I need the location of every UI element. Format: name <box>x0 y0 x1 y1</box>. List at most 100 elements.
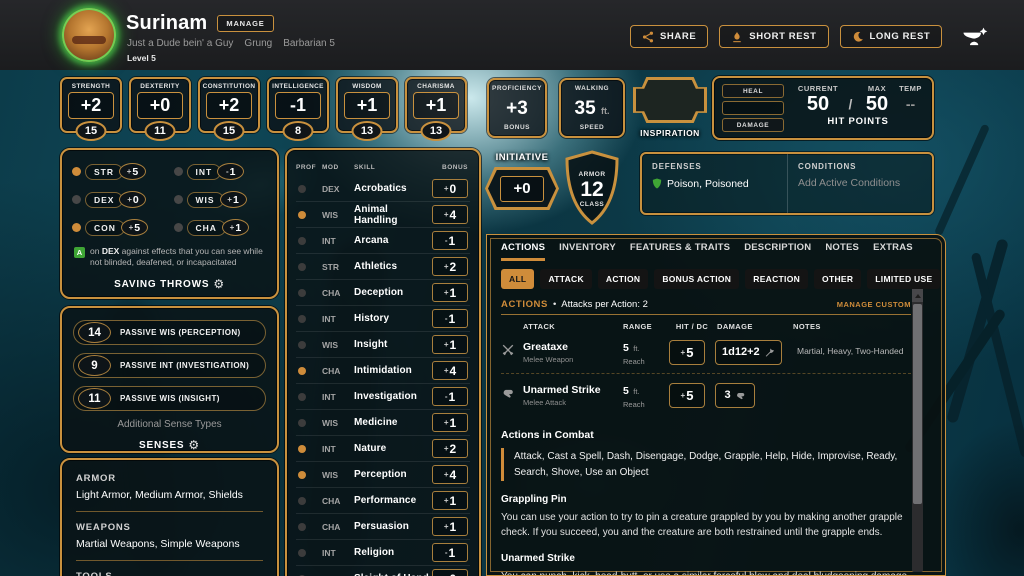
skill-bonus[interactable]: +1 <box>432 517 468 536</box>
skill-row[interactable]: DEX Acrobatics +0 <box>296 176 470 202</box>
filter-pill[interactable]: OTHER <box>814 269 861 289</box>
proficiency-bonus-card[interactable]: PROFICIENCY +3 BONUS <box>487 78 547 138</box>
saving-throw[interactable]: CHA +1 <box>174 219 268 236</box>
skill-row[interactable]: INT Religion -1 <box>296 540 470 566</box>
saving-throw[interactable]: STR +5 <box>72 163 166 180</box>
skill-bonus[interactable]: -1 <box>432 387 468 406</box>
skill-bonus[interactable]: +4 <box>432 361 468 380</box>
hit-bonus[interactable]: +5 <box>669 340 705 365</box>
damage-value[interactable]: 3 <box>715 383 755 408</box>
heal-button[interactable]: HEAL <box>722 84 784 98</box>
class-level-link[interactable]: Barbarian 5 <box>283 38 335 49</box>
attack-row[interactable]: Unarmed Strike Melee Attack 5 ft. Reach … <box>501 373 911 416</box>
skill-bonus[interactable]: +1 <box>432 335 468 354</box>
tab[interactable]: INVENTORY <box>559 242 616 261</box>
ability-card[interactable]: CONSTITUTION +2 15 <box>198 77 260 133</box>
ability-modifier[interactable]: +2 <box>206 92 252 119</box>
tab[interactable]: EXTRAS <box>873 242 913 261</box>
damage-value[interactable]: 1d12+2 <box>715 340 782 365</box>
saving-throw[interactable]: DEX +0 <box>72 191 166 208</box>
armor-class-shield[interactable]: ARMOR 12 CLASS <box>560 149 624 227</box>
campaign-name[interactable]: Just a Dude bein' a Guy <box>127 38 233 49</box>
current-hp[interactable]: 50 <box>792 93 844 115</box>
skill-bonus[interactable]: +4 <box>432 205 468 224</box>
ability-modifier[interactable]: +1 <box>413 92 459 119</box>
skill-row[interactable]: WIS Animal Handling +4 <box>296 202 470 228</box>
skill-bonus[interactable]: +2 <box>432 257 468 276</box>
manage-custom-link[interactable]: MANAGE CUSTOM <box>837 300 911 309</box>
temp-hp[interactable]: -- <box>897 93 924 115</box>
skill-bonus[interactable]: +1 <box>432 491 468 510</box>
tab[interactable]: FEATURES & TRAITS <box>630 242 730 261</box>
skill-row[interactable]: WIS Medicine +1 <box>296 410 470 436</box>
skill-ability: WIS <box>322 210 354 220</box>
race-link[interactable]: Grung <box>244 38 272 49</box>
skill-bonus[interactable]: +4 <box>432 465 468 484</box>
saving-throw[interactable]: INT -1 <box>174 163 268 180</box>
filter-pill[interactable]: ACTION <box>598 269 648 289</box>
attack-row[interactable]: Greataxe Melee Weapon 5 ft. Reach +5 <box>501 331 911 373</box>
conditions-section[interactable]: CONDITIONS Add Active Conditions <box>787 154 932 213</box>
saving-throw[interactable]: WIS +1 <box>174 191 268 208</box>
skill-bonus[interactable]: +1 <box>432 413 468 432</box>
scroll-up-button[interactable] <box>912 289 923 302</box>
walking-speed-card[interactable]: WALKING 35 ft. SPEED <box>559 78 625 138</box>
speed-label: SPEED <box>580 124 605 131</box>
ability-card[interactable]: CHARISMA +1 13 <box>405 77 467 133</box>
saving-throw[interactable]: CON +5 <box>72 219 166 236</box>
scrollbar-track[interactable] <box>912 289 923 572</box>
skill-bonus[interactable]: +1 <box>432 283 468 302</box>
tab[interactable]: ACTIONS <box>501 242 545 261</box>
senses-settings[interactable]: SENSES <box>73 438 266 452</box>
ability-modifier[interactable]: +0 <box>137 92 183 119</box>
filter-pill[interactable]: ATTACK <box>540 269 591 289</box>
skill-row[interactable]: CHA Intimidation +4 <box>296 358 470 384</box>
hp-amount-input[interactable] <box>722 101 784 115</box>
skill-row[interactable]: WIS Insight +1 <box>296 332 470 358</box>
skill-bonus[interactable]: +0 <box>432 569 468 576</box>
skill-row[interactable]: DEX Sleight of Hand +0 <box>296 566 470 576</box>
tab[interactable]: NOTES <box>825 242 859 261</box>
add-conditions-link[interactable]: Add Active Conditions <box>798 177 922 189</box>
scrollbar-thumb[interactable] <box>913 304 922 504</box>
skill-row[interactable]: CHA Persuasion +1 <box>296 514 470 540</box>
skill-bonus[interactable]: +2 <box>432 439 468 458</box>
share-button[interactable]: SHARE <box>630 25 708 48</box>
skill-bonus[interactable]: -1 <box>432 543 468 562</box>
ability-card[interactable]: STRENGTH +2 15 <box>60 77 122 133</box>
ability-card[interactable]: WISDOM +1 13 <box>336 77 398 133</box>
skill-row[interactable]: CHA Performance +1 <box>296 488 470 514</box>
skill-row[interactable]: INT Arcana -1 <box>296 228 470 254</box>
skill-row[interactable]: WIS Perception +4 <box>296 462 470 488</box>
hit-bonus[interactable]: +5 <box>669 383 705 408</box>
ability-card[interactable]: INTELLIGENCE -1 8 <box>267 77 329 133</box>
short-rest-button[interactable]: SHORT REST <box>719 25 828 48</box>
filter-pill[interactable]: LIMITED USE <box>867 269 940 289</box>
avatar[interactable] <box>62 8 116 62</box>
defenses-section[interactable]: DEFENSES Poison, Poisoned <box>642 154 787 213</box>
builder-anvil-button[interactable] <box>961 26 991 48</box>
skill-row[interactable]: INT Nature +2 <box>296 436 470 462</box>
initiative-box[interactable]: +0 <box>485 167 559 210</box>
filter-pill[interactable]: ALL <box>501 269 534 289</box>
skill-bonus[interactable]: -1 <box>432 309 468 328</box>
skill-row[interactable]: CHA Deception +1 <box>296 280 470 306</box>
skill-bonus[interactable]: -1 <box>432 231 468 250</box>
filter-pill[interactable]: BONUS ACTION <box>654 269 739 289</box>
manage-button[interactable]: MANAGE <box>217 15 273 32</box>
tab[interactable]: DESCRIPTION <box>744 242 811 261</box>
saving-throws-settings[interactable]: SAVING THROWS <box>72 277 267 291</box>
ability-modifier[interactable]: -1 <box>275 92 321 119</box>
ability-modifier[interactable]: +1 <box>344 92 390 119</box>
long-rest-button[interactable]: LONG REST <box>840 25 943 48</box>
damage-button[interactable]: DAMAGE <box>722 118 784 132</box>
skill-row[interactable]: INT Investigation -1 <box>296 384 470 410</box>
ability-modifier[interactable]: +2 <box>68 92 114 119</box>
ability-card[interactable]: DEXTERITY +0 11 <box>129 77 191 133</box>
filter-pill[interactable]: REACTION <box>745 269 808 289</box>
skill-row[interactable]: STR Athletics +2 <box>296 254 470 280</box>
additional-senses-link[interactable]: Additional Sense Types <box>73 419 266 430</box>
inspiration-toggle[interactable] <box>633 77 707 123</box>
skill-bonus[interactable]: +0 <box>432 179 468 198</box>
skill-row[interactable]: INT History -1 <box>296 306 470 332</box>
